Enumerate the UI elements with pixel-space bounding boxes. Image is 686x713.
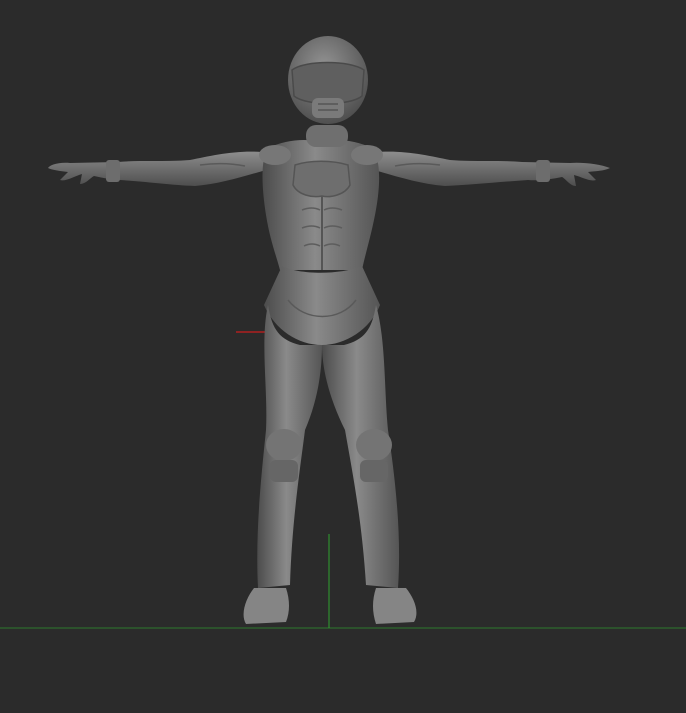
left-leg	[243, 305, 322, 624]
left-arm	[48, 151, 266, 186]
helmet	[288, 36, 368, 124]
torso	[259, 140, 383, 270]
neck	[306, 125, 348, 147]
waist-armor	[264, 266, 380, 345]
viewport-canvas[interactable]	[0, 0, 686, 713]
3d-viewport[interactable]	[0, 0, 686, 713]
right-arm	[374, 151, 610, 186]
right-leg	[322, 305, 417, 624]
